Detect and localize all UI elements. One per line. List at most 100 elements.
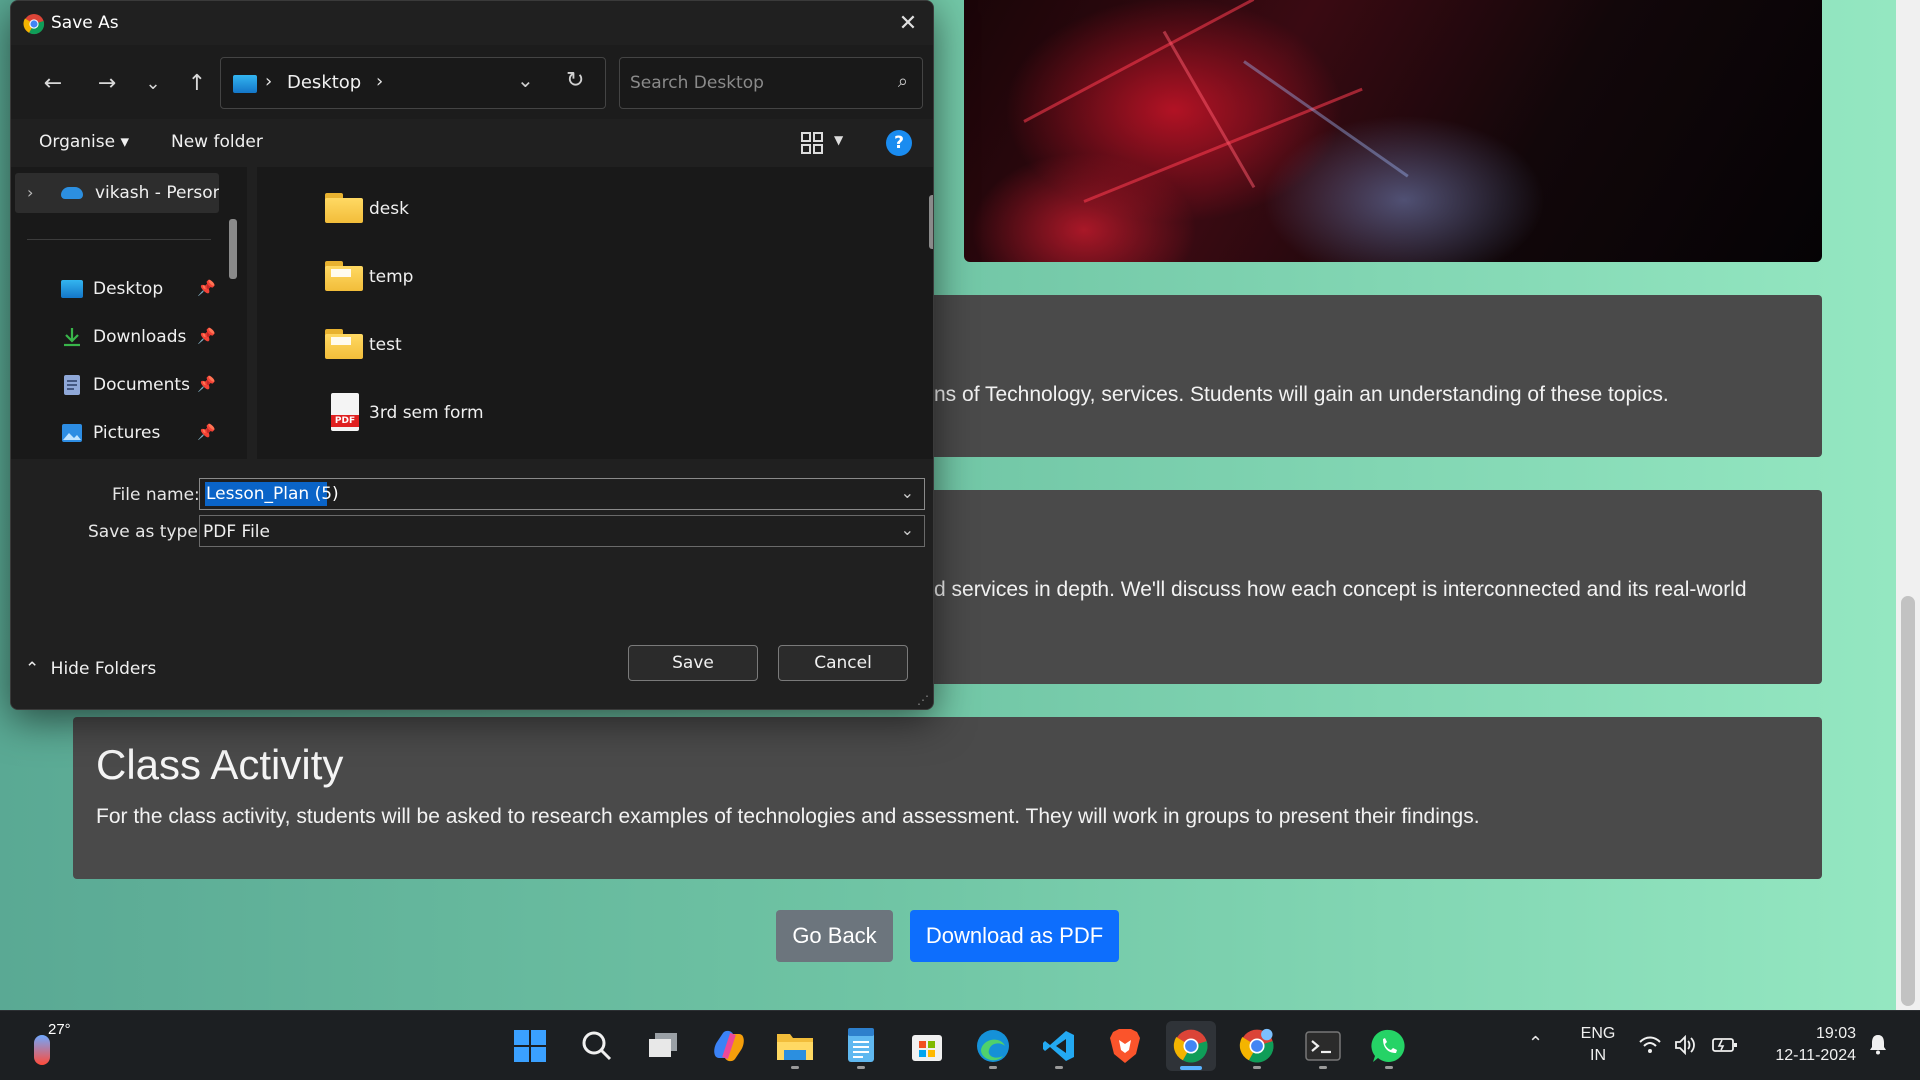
vscode-icon bbox=[1043, 1031, 1074, 1061]
sidebar-item-pictures[interactable]: Pictures 📌 bbox=[11, 413, 231, 453]
save-as-type-label: Save as type: bbox=[88, 522, 204, 542]
folder-icon bbox=[325, 261, 363, 291]
expand-arrow-icon[interactable]: › bbox=[27, 183, 33, 202]
copilot-button[interactable] bbox=[704, 1021, 754, 1071]
hide-folders-button[interactable]: ⌃ Hide Folders bbox=[25, 659, 156, 679]
navigation-pane: › vikash - Persona Desktop 📌 Downloads 📌… bbox=[11, 167, 247, 459]
notification-bell-icon[interactable] bbox=[1868, 1033, 1888, 1055]
chrome-profile-button[interactable] bbox=[1232, 1021, 1282, 1071]
file-name-input[interactable] bbox=[206, 483, 886, 505]
brave-button[interactable] bbox=[1100, 1021, 1150, 1071]
pane-splitter[interactable] bbox=[247, 167, 257, 459]
clock-time: 19:03 bbox=[1815, 1025, 1856, 1042]
search-icon bbox=[582, 1031, 612, 1061]
volume-icon[interactable] bbox=[1674, 1035, 1698, 1055]
download-pdf-button[interactable]: Download as PDF bbox=[910, 910, 1119, 962]
edge-icon bbox=[977, 1030, 1009, 1062]
weather-widget[interactable]: 27° bbox=[30, 1021, 80, 1071]
file-name: test bbox=[369, 335, 402, 355]
go-back-button[interactable]: Go Back bbox=[776, 910, 893, 962]
vscode-button[interactable] bbox=[1034, 1021, 1084, 1071]
organise-menu[interactable]: Organise ▾ bbox=[39, 132, 129, 152]
search-input[interactable] bbox=[630, 70, 870, 96]
file-item-folder[interactable]: desk bbox=[325, 189, 625, 229]
refresh-icon[interactable]: ↻ bbox=[566, 68, 584, 93]
view-dropdown-icon[interactable]: ▼ bbox=[834, 133, 843, 147]
edge-button[interactable] bbox=[968, 1021, 1018, 1071]
running-indicator bbox=[1055, 1066, 1063, 1069]
card-text: For the class activity, students will be… bbox=[96, 805, 1480, 828]
file-name-label: File name: bbox=[112, 485, 200, 505]
file-item-folder[interactable]: test bbox=[325, 325, 625, 365]
help-icon[interactable]: ? bbox=[886, 130, 912, 156]
sidebar-item-label: Documents bbox=[93, 375, 190, 395]
cancel-button[interactable]: Cancel bbox=[778, 645, 908, 681]
pdf-badge: PDF bbox=[331, 415, 359, 427]
chrome-icon bbox=[23, 14, 45, 35]
chevron-down-icon[interactable]: ⌄ bbox=[901, 520, 914, 539]
whatsapp-button[interactable] bbox=[1364, 1021, 1414, 1071]
microsoft-store-button[interactable] bbox=[902, 1021, 952, 1071]
address-dropdown-icon[interactable]: ⌄ bbox=[517, 68, 534, 92]
file-list-scrollbar-thumb[interactable] bbox=[929, 195, 933, 249]
save-as-type-select[interactable]: PDF File ⌄ bbox=[199, 515, 925, 547]
file-explorer-button[interactable] bbox=[770, 1021, 820, 1071]
file-item-pdf[interactable]: PDF 3rd sem form bbox=[325, 393, 625, 433]
sidebar-item-documents[interactable]: Documents 📌 bbox=[11, 365, 231, 405]
active-app-indicator bbox=[1180, 1066, 1202, 1070]
file-name: desk bbox=[369, 199, 409, 219]
file-explorer-icon bbox=[777, 1034, 813, 1060]
breadcrumb-desktop[interactable]: Desktop bbox=[287, 72, 361, 93]
start-icon bbox=[514, 1030, 546, 1062]
system-clock[interactable]: 19:03 12-11-2024 bbox=[1760, 1023, 1856, 1067]
folder-icon bbox=[325, 193, 363, 223]
sidebar-item-downloads[interactable]: Downloads 📌 bbox=[11, 317, 231, 357]
terminal-button[interactable] bbox=[1298, 1021, 1348, 1071]
task-view-icon bbox=[649, 1033, 677, 1057]
file-item-folder[interactable]: temp bbox=[325, 257, 625, 297]
taskbar-search-button[interactable] bbox=[572, 1021, 622, 1071]
search-icon[interactable]: ⌕ bbox=[898, 71, 908, 92]
dialog-titlebar[interactable]: Save As ✕ bbox=[11, 1, 933, 45]
save-options-pane: File name: ⌄ Save as type: PDF File ⌄ ⌃ … bbox=[11, 459, 933, 709]
save-button[interactable]: Save bbox=[628, 645, 758, 681]
chevron-up-icon: ⌃ bbox=[25, 659, 40, 679]
chevron-down-icon: ⌄ bbox=[145, 72, 161, 94]
class-activity-card: Class Activity For the class activity, s… bbox=[73, 717, 1822, 879]
forward-arrow-icon: → bbox=[97, 70, 117, 96]
chevron-down-icon[interactable]: ⌄ bbox=[901, 483, 914, 502]
up-button[interactable]: ↑ bbox=[179, 65, 215, 101]
forward-button[interactable]: → bbox=[89, 65, 125, 101]
hero-image bbox=[964, 0, 1822, 262]
file-name-combobox[interactable]: ⌄ bbox=[199, 478, 925, 510]
chrome-profile-icon bbox=[1239, 1028, 1274, 1063]
recent-locations-button[interactable]: ⌄ bbox=[135, 65, 171, 101]
wifi-icon[interactable] bbox=[1638, 1035, 1662, 1055]
running-indicator bbox=[857, 1066, 865, 1069]
task-view-button[interactable] bbox=[638, 1021, 688, 1071]
search-box[interactable]: ⌕ bbox=[619, 57, 923, 109]
sidebar-scrollbar-thumb[interactable] bbox=[229, 219, 237, 279]
notepad-button[interactable] bbox=[836, 1021, 886, 1071]
view-options-icon[interactable] bbox=[799, 131, 825, 155]
close-icon: ✕ bbox=[898, 10, 918, 36]
sidebar-item-onedrive[interactable]: › vikash - Persona bbox=[15, 173, 219, 213]
chrome-button[interactable] bbox=[1166, 1021, 1216, 1071]
page-scrollbar-thumb[interactable] bbox=[1901, 596, 1915, 1006]
resize-grip-icon[interactable]: ⋰ bbox=[917, 693, 929, 707]
documents-icon bbox=[64, 375, 80, 395]
breadcrumb-separator[interactable]: › bbox=[376, 71, 383, 92]
start-button[interactable] bbox=[505, 1021, 555, 1071]
hero-light-streak bbox=[1243, 60, 1409, 178]
show-hidden-icons-chevron-up-icon[interactable]: ⌃ bbox=[1528, 1033, 1543, 1054]
pin-icon: 📌 bbox=[197, 327, 216, 345]
close-button[interactable]: ✕ bbox=[883, 1, 933, 45]
address-bar[interactable]: › Desktop › ⌄ ↻ bbox=[220, 57, 606, 109]
battery-charging-icon[interactable] bbox=[1712, 1035, 1738, 1055]
running-indicator bbox=[1319, 1066, 1327, 1069]
sidebar-item-desktop[interactable]: Desktop 📌 bbox=[11, 269, 231, 309]
input-language-indicator[interactable]: ENG IN bbox=[1578, 1023, 1618, 1067]
back-button[interactable]: ← bbox=[35, 65, 71, 101]
clock-date: 12-11-2024 bbox=[1775, 1047, 1856, 1064]
new-folder-button[interactable]: New folder bbox=[171, 132, 263, 152]
